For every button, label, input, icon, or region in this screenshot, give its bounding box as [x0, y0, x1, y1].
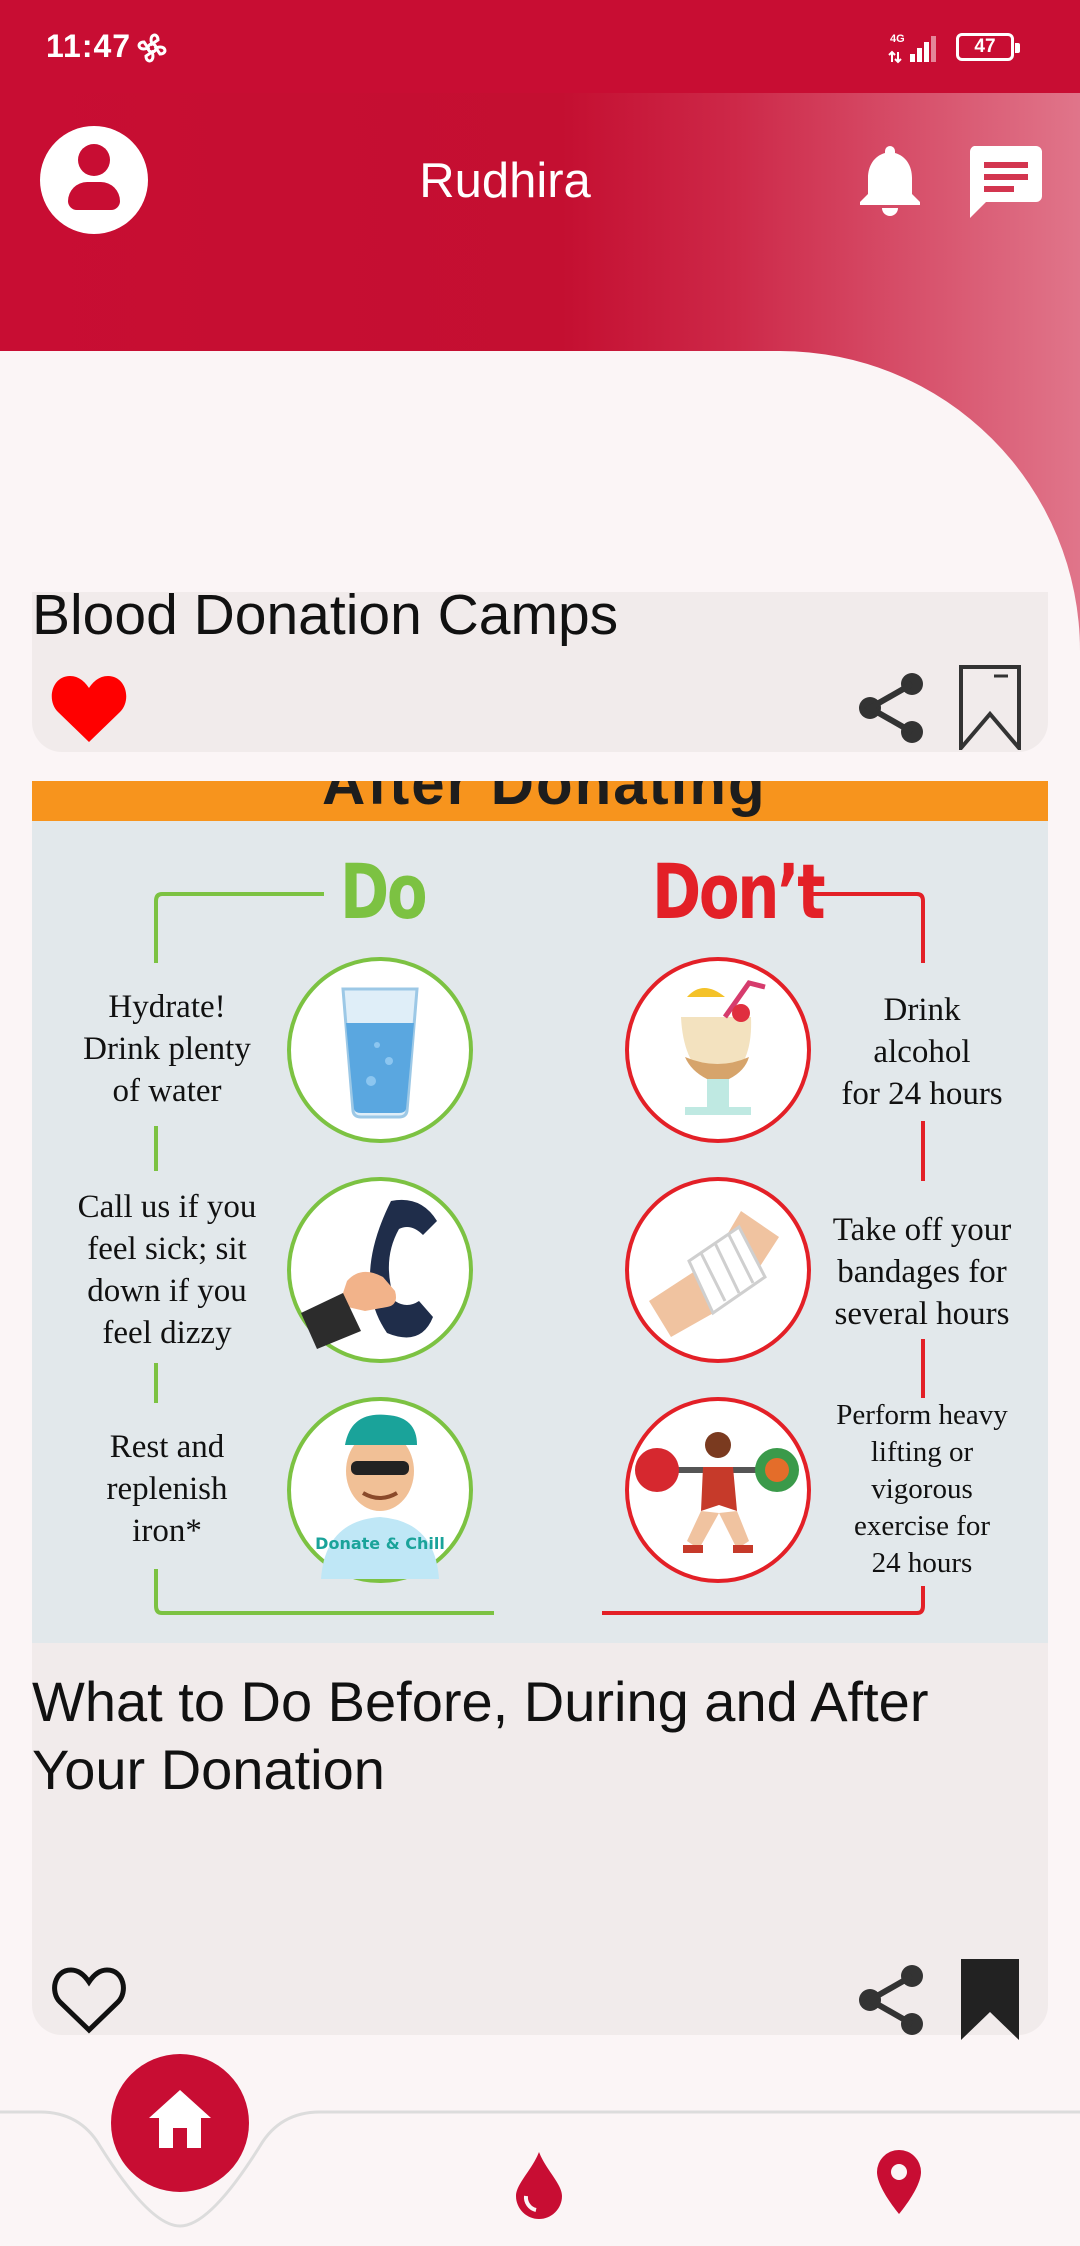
dont-item-text: Take off your bandages for several hours	[802, 1209, 1042, 1335]
dont-heading: Don’t	[652, 847, 826, 936]
signal-icon: 4G	[888, 33, 936, 64]
do-item-line: Drink plenty	[83, 1031, 251, 1067]
do-item-line: Call us if you	[77, 1189, 257, 1225]
water-glass-illustration	[287, 957, 473, 1143]
status-bar: 11:47 4G 47	[0, 0, 1080, 93]
dont-item-text: Drink alcohol for 24 hours	[812, 989, 1032, 1115]
home-button[interactable]	[111, 2054, 249, 2192]
dont-item-line: alcohol	[873, 1034, 971, 1070]
do-item-line: feel sick; sit	[87, 1231, 247, 1267]
location-pin-icon[interactable]	[874, 2148, 924, 2216]
dont-item-line: exercise for	[853, 1510, 991, 1542]
dont-item-line: lifting or	[870, 1436, 974, 1468]
dont-item-line: several hours	[834, 1296, 1010, 1332]
do-item-text: Rest and replenish iron*	[42, 1426, 292, 1552]
do-item-line: feel dizzy	[102, 1315, 232, 1351]
do-item-line: Rest and	[109, 1429, 225, 1465]
heart-outline-icon[interactable]	[50, 1964, 128, 2036]
dont-item-line: Take off your	[832, 1212, 1012, 1248]
do-item-line: Hydrate!	[108, 989, 226, 1025]
battery-icon: 47	[956, 33, 1020, 61]
do-item-line: replenish	[106, 1471, 228, 1507]
weightlifting-illustration	[625, 1397, 811, 1583]
cocktail-illustration	[625, 957, 811, 1143]
shirt-text: Donate & Chill	[315, 1534, 445, 1553]
bandaged-arm-illustration	[625, 1177, 811, 1363]
do-item-text: Hydrate! Drink plenty of water	[42, 986, 292, 1112]
svg-text:4G: 4G	[890, 33, 905, 45]
dont-item-line: Drink	[883, 992, 961, 1028]
do-item-line: down if you	[87, 1273, 247, 1309]
dont-item-line: 24 hours	[871, 1547, 973, 1579]
dont-item-text: Perform heavy lifting or vigorous exerci…	[807, 1397, 1037, 1582]
chat-icon[interactable]	[966, 144, 1044, 218]
blood-drop-icon[interactable]	[512, 2150, 566, 2220]
dont-item-line: for 24 hours	[841, 1076, 1003, 1112]
dont-item-line: Perform heavy	[836, 1399, 1008, 1431]
do-item-text: Call us if you feel sick; sit down if yo…	[42, 1186, 292, 1354]
post-image[interactable]: After Donating Do Don’t Hydrate! Drink p…	[32, 781, 1048, 1643]
post-title: What to Do Before, During and After Your…	[32, 1670, 929, 1801]
dont-item-line: vigorous	[871, 1473, 973, 1505]
home-icon	[149, 2090, 211, 2148]
fan-icon	[137, 33, 167, 63]
do-item-line: iron*	[132, 1513, 202, 1549]
do-heading: Do	[340, 847, 428, 936]
status-time: 11:47	[46, 28, 132, 64]
bell-icon[interactable]	[858, 142, 922, 216]
post-title: Blood Donation Camps	[32, 583, 619, 647]
share-icon[interactable]	[856, 672, 926, 744]
dont-item-line: bandages for	[837, 1254, 1007, 1290]
person-illustration: Donate & Chill	[287, 1397, 473, 1583]
phone-call-illustration	[287, 1177, 473, 1363]
share-icon[interactable]	[856, 1964, 926, 2036]
do-item-line: of water	[112, 1073, 222, 1109]
bookmark-outline-icon[interactable]	[958, 664, 1022, 750]
bookmark-filled-icon[interactable]	[958, 1956, 1022, 2042]
heart-filled-icon[interactable]	[50, 672, 128, 744]
